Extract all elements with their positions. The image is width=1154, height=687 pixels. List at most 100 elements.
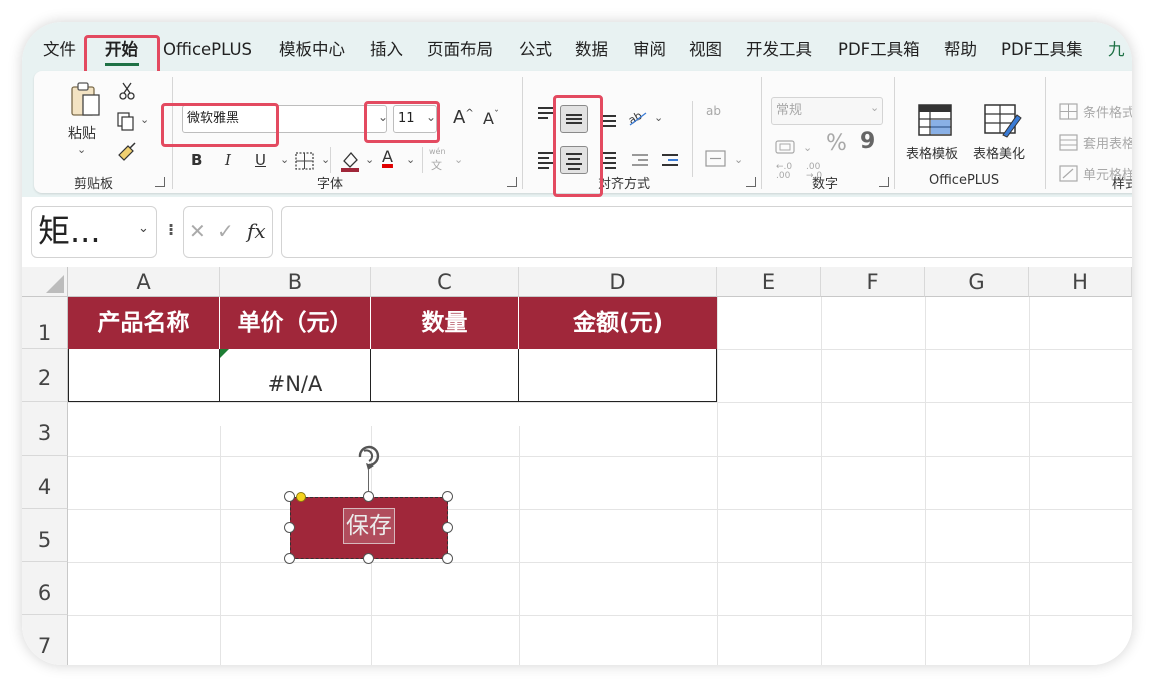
cut-icon[interactable] <box>118 81 136 101</box>
row-header-5[interactable]: 5 <box>22 509 68 562</box>
header-cell-product-name[interactable]: 产品名称 <box>68 297 220 349</box>
tab-template-center[interactable]: 模板中心 <box>279 32 345 68</box>
name-box[interactable]: 矩... ⌄ <box>31 206 157 258</box>
conditional-format-button[interactable]: 条件格式 <box>1083 102 1132 121</box>
percent-button[interactable]: % <box>826 131 847 156</box>
alignment-launcher-icon[interactable] <box>746 177 756 187</box>
align-left-button[interactable] <box>532 146 560 174</box>
align-bottom-button[interactable] <box>594 105 622 133</box>
header-cell-amount[interactable]: 金额(元) <box>519 297 717 349</box>
bold-button[interactable]: B <box>191 151 202 169</box>
tab-formulas[interactable]: 公式 <box>519 32 552 68</box>
decrease-indent-button[interactable] <box>626 146 654 174</box>
paste-button[interactable]: 粘贴 <box>68 123 96 143</box>
formula-bar-grip-icon[interactable]: ⁝ <box>168 220 174 239</box>
align-center-button[interactable] <box>560 146 588 174</box>
italic-button[interactable]: I <box>225 151 231 169</box>
wrap-text-button[interactable]: ab <box>706 105 721 117</box>
cell-a2[interactable] <box>69 349 220 401</box>
merge-center-icon[interactable] <box>704 149 728 169</box>
orientation-icon[interactable]: ab <box>626 107 650 129</box>
accounting-icon[interactable] <box>774 137 798 157</box>
tab-page-layout[interactable]: 页面布局 <box>427 32 493 68</box>
header-cell-quantity[interactable]: 数量 <box>371 297 519 349</box>
phonetic-dropdown-icon[interactable]: ⌄ <box>454 153 463 166</box>
number-format-dropdown-icon[interactable]: ⌄ <box>870 101 879 114</box>
row-header-7[interactable]: 7 <box>22 615 68 665</box>
resize-handle[interactable] <box>363 491 374 502</box>
table-template-button[interactable]: 表格模板 <box>906 143 958 162</box>
tab-developer[interactable]: 开发工具 <box>746 32 812 68</box>
resize-handle[interactable] <box>284 491 295 502</box>
insert-function-button[interactable]: fx <box>247 219 266 243</box>
orientation-dropdown-icon[interactable]: ⌄ <box>654 111 663 124</box>
cell-c2[interactable] <box>371 349 519 401</box>
resize-handle[interactable] <box>284 553 295 564</box>
format-painter-icon[interactable] <box>116 141 138 161</box>
phonetic-top[interactable]: wén <box>429 147 446 156</box>
row-header-6[interactable]: 6 <box>22 562 68 615</box>
row-header-1[interactable]: 1 <box>22 297 68 349</box>
merge-dropdown-icon[interactable]: ⌄ <box>734 153 743 166</box>
font-launcher-icon[interactable] <box>507 177 517 187</box>
number-launcher-icon[interactable] <box>879 177 889 187</box>
tab-pdf-toolset[interactable]: PDF工具集 <box>1001 32 1083 68</box>
tab-file[interactable]: 文件 <box>43 32 76 68</box>
formula-input[interactable] <box>281 206 1132 258</box>
cell-styles-icon[interactable] <box>1059 165 1079 183</box>
shrink-font-button[interactable]: Aˇ <box>483 109 499 128</box>
font-name-combobox[interactable]: 微软雅黑 <box>182 105 387 133</box>
number-format-combobox[interactable]: 常规 <box>771 97 883 125</box>
conditional-format-icon[interactable] <box>1059 103 1079 121</box>
cell-d2[interactable] <box>519 349 716 401</box>
resize-handle[interactable] <box>442 522 453 533</box>
paste-icon[interactable] <box>69 81 103 119</box>
tab-help[interactable]: 帮助 <box>944 32 977 68</box>
fill-color-icon[interactable] <box>339 149 361 173</box>
column-header-b[interactable]: B <box>220 267 371 297</box>
column-header-g[interactable]: G <box>925 267 1029 297</box>
underline-dropdown-icon[interactable]: ⌄ <box>280 153 289 166</box>
font-size-dropdown-icon[interactable]: ⌄ <box>426 110 436 124</box>
tab-officeplus[interactable]: OfficePLUS <box>163 32 252 68</box>
row-header-4[interactable]: 4 <box>22 456 68 509</box>
borders-icon[interactable] <box>294 151 316 171</box>
save-shape-button[interactable]: 保存 <box>290 497 448 559</box>
resize-handle[interactable] <box>284 522 295 533</box>
resize-handle[interactable] <box>442 553 453 564</box>
accounting-dropdown-icon[interactable]: ⌄ <box>803 141 812 154</box>
phonetic-bottom[interactable]: 文 <box>431 157 442 173</box>
paste-dropdown-icon[interactable]: ⌄ <box>77 143 86 156</box>
align-top-button[interactable] <box>532 101 560 129</box>
tab-insert[interactable]: 插入 <box>370 32 403 68</box>
increase-decimal-button[interactable]: ←.0.00 <box>776 163 792 181</box>
table-template-icon[interactable] <box>915 101 955 139</box>
tab-view[interactable]: 视图 <box>689 32 722 68</box>
column-header-d[interactable]: D <box>519 267 717 297</box>
comma-button[interactable]: 9 <box>860 129 875 154</box>
column-header-h[interactable]: H <box>1029 267 1132 297</box>
header-cell-unit-price[interactable]: 单价（元） <box>220 297 371 349</box>
column-header-c[interactable]: C <box>371 267 519 297</box>
font-color-dropdown-icon[interactable]: ⌄ <box>406 153 415 166</box>
resize-handle[interactable] <box>442 491 453 502</box>
name-box-dropdown-icon[interactable]: ⌄ <box>138 221 149 236</box>
clipboard-launcher-icon[interactable] <box>155 177 165 187</box>
column-header-f[interactable]: F <box>821 267 925 297</box>
grow-font-button[interactable]: A^ <box>453 107 474 128</box>
increase-indent-button[interactable] <box>656 146 684 174</box>
underline-button[interactable]: U <box>255 151 266 169</box>
column-header-e[interactable]: E <box>717 267 821 297</box>
rotate-handle-icon[interactable] <box>352 441 386 471</box>
table-beautify-icon[interactable] <box>981 101 1023 139</box>
tab-data[interactable]: 数据 <box>575 32 608 68</box>
column-header-a[interactable]: A <box>68 267 220 297</box>
copy-icon[interactable] <box>116 111 136 131</box>
fill-color-dropdown-icon[interactable]: ⌄ <box>365 153 374 166</box>
adjust-handle[interactable] <box>296 492 306 502</box>
enter-icon[interactable]: ✓ <box>217 219 234 243</box>
tab-pdf-toolbox[interactable]: PDF工具箱 <box>838 32 920 68</box>
row-header-2[interactable]: 2 <box>22 349 68 402</box>
font-color-button[interactable]: A <box>382 147 393 166</box>
borders-dropdown-icon[interactable]: ⌄ <box>321 153 330 166</box>
